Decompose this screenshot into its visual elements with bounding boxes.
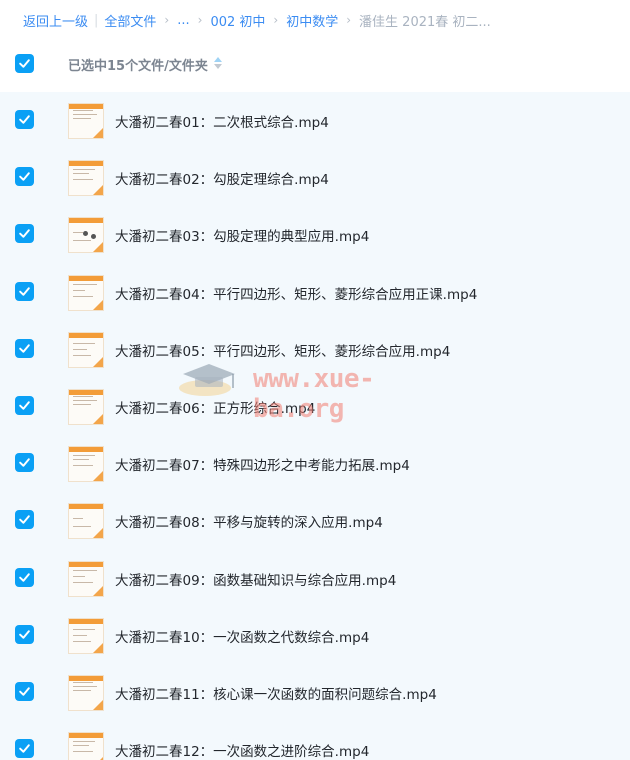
- file-checkbox[interactable]: [15, 453, 34, 473]
- checkmark-icon: [19, 630, 30, 639]
- checkmark-icon: [19, 115, 30, 124]
- breadcrumb-divider: |: [94, 12, 99, 28]
- file-name[interactable]: 大潘初二春02：勾股定理综合.mp4: [115, 168, 329, 188]
- breadcrumb: 返回上一级 | 全部文件 › ... › 002 初中 › 初中数学 › 潘佳生…: [0, 0, 630, 40]
- file-checkbox[interactable]: [15, 338, 34, 358]
- file-checkbox[interactable]: [15, 224, 34, 244]
- file-checkbox[interactable]: [15, 510, 34, 530]
- selection-label: 已选中15个文件/文件夹: [68, 58, 208, 74]
- breadcrumb-current: 潘佳生 2021春 初二...: [359, 14, 491, 30]
- file-row[interactable]: 大潘初二春08：平移与旋转的深入应用.mp4: [0, 492, 630, 549]
- file-checkbox[interactable]: [15, 167, 34, 187]
- video-thumbnail-icon: [68, 560, 104, 597]
- selection-header: 已选中15个文件/文件夹: [0, 40, 630, 88]
- file-list: 大潘初二春01：二次根式综合.mp4 大潘初二春02：勾股定理综合.mp4 大潘初二…: [0, 92, 630, 760]
- video-thumbnail-icon: [68, 675, 104, 711]
- video-thumbnail-icon: [68, 160, 104, 197]
- file-row[interactable]: 大潘初二春11：核心课一次函数的面积问题综合.mp4: [0, 664, 630, 721]
- breadcrumb-all-files[interactable]: 全部文件: [104, 11, 156, 30]
- file-row[interactable]: 大潘初二春06：正方形综合.mp4: [0, 378, 630, 435]
- select-all-checkbox[interactable]: [15, 54, 34, 73]
- file-name[interactable]: 大潘初二春05：平行四边形、矩形、菱形综合应用.mp4: [115, 340, 450, 360]
- checkmark-icon: [19, 229, 30, 239]
- checkmark-icon: [19, 572, 30, 582]
- video-thumbnail-icon: [68, 732, 104, 760]
- checkmark-icon: [19, 172, 30, 181]
- file-name[interactable]: 大潘初二春08：平移与旋转的深入应用.mp4: [115, 511, 383, 531]
- file-checkbox[interactable]: [15, 567, 34, 587]
- file-name[interactable]: 大潘初二春10：一次函数之代数综合.mp4: [115, 626, 369, 646]
- selection-count: 已选中15个文件/文件夹: [68, 55, 222, 74]
- file-row[interactable]: 大潘初二春03：勾股定理的典型应用.mp4: [0, 206, 630, 263]
- chevron-right-icon: ›: [197, 13, 203, 27]
- video-thumbnail-icon: [68, 103, 104, 139]
- file-row[interactable]: 大潘初二春12：一次函数之进阶综合.mp4: [0, 721, 630, 760]
- checkmark-icon: [19, 401, 30, 410]
- breadcrumb-ellipsis[interactable]: ...: [177, 13, 189, 28]
- file-checkbox[interactable]: [15, 682, 34, 701]
- checkmark-icon: [19, 344, 30, 353]
- file-name[interactable]: 大潘初二春12：一次函数之进阶综合.mp4: [115, 740, 369, 760]
- file-row[interactable]: 大潘初二春02：勾股定理综合.mp4: [0, 149, 630, 206]
- checkmark-icon: [19, 458, 30, 467]
- checkmark-icon: [19, 286, 30, 296]
- chevron-right-icon: ›: [164, 13, 170, 27]
- checkmark-icon: [19, 59, 30, 68]
- video-thumbnail-icon: [68, 503, 104, 540]
- sort-icon[interactable]: [213, 57, 222, 71]
- video-thumbnail-icon: [68, 217, 104, 254]
- file-name[interactable]: 大潘初二春04：平行四边形、矩形、菱形综合应用正课.mp4: [115, 283, 477, 303]
- file-row[interactable]: 大潘初二春07：特殊四边形之中考能力拓展.mp4: [0, 435, 630, 492]
- file-name[interactable]: 大潘初二春09：函数基础知识与综合应用.mp4: [115, 569, 396, 589]
- file-name[interactable]: 大潘初二春11：核心课一次函数的面积问题综合.mp4: [115, 683, 437, 703]
- file-name[interactable]: 大潘初二春01：二次根式综合.mp4: [115, 111, 329, 131]
- chevron-right-icon: ›: [273, 13, 279, 27]
- file-row[interactable]: 大潘初二春04：平行四边形、矩形、菱形综合应用正课.mp4: [0, 264, 630, 321]
- video-thumbnail-icon: [68, 274, 104, 311]
- file-name[interactable]: 大潘初二春06：正方形综合.mp4: [115, 397, 315, 417]
- checkmark-icon: [19, 687, 30, 696]
- video-thumbnail-icon: [68, 389, 104, 425]
- checkmark-icon: [19, 744, 30, 753]
- file-checkbox[interactable]: [15, 396, 34, 415]
- file-row[interactable]: 大潘初二春05：平行四边形、矩形、菱形综合应用.mp4: [0, 321, 630, 378]
- file-checkbox[interactable]: [15, 110, 34, 129]
- video-thumbnail-icon: [68, 617, 104, 654]
- file-checkbox[interactable]: [15, 624, 34, 644]
- video-thumbnail-icon: [68, 446, 104, 483]
- breadcrumb-level2[interactable]: 初中数学: [286, 11, 338, 30]
- checkmark-icon: [19, 515, 30, 525]
- file-row[interactable]: 大潘初二春10：一次函数之代数综合.mp4: [0, 607, 630, 664]
- chevron-right-icon: ›: [346, 13, 352, 27]
- file-checkbox[interactable]: [15, 281, 34, 301]
- breadcrumb-level1[interactable]: 002 初中: [210, 11, 265, 30]
- file-name[interactable]: 大潘初二春03：勾股定理的典型应用.mp4: [115, 225, 369, 245]
- video-thumbnail-icon: [68, 331, 104, 368]
- file-name[interactable]: 大潘初二春07：特殊四边形之中考能力拓展.mp4: [115, 454, 410, 474]
- back-link[interactable]: 返回上一级: [23, 11, 88, 30]
- file-row[interactable]: 大潘初二春09：函数基础知识与综合应用.mp4: [0, 550, 630, 607]
- file-checkbox[interactable]: [15, 739, 34, 759]
- file-row[interactable]: 大潘初二春01：二次根式综合.mp4: [0, 92, 630, 149]
